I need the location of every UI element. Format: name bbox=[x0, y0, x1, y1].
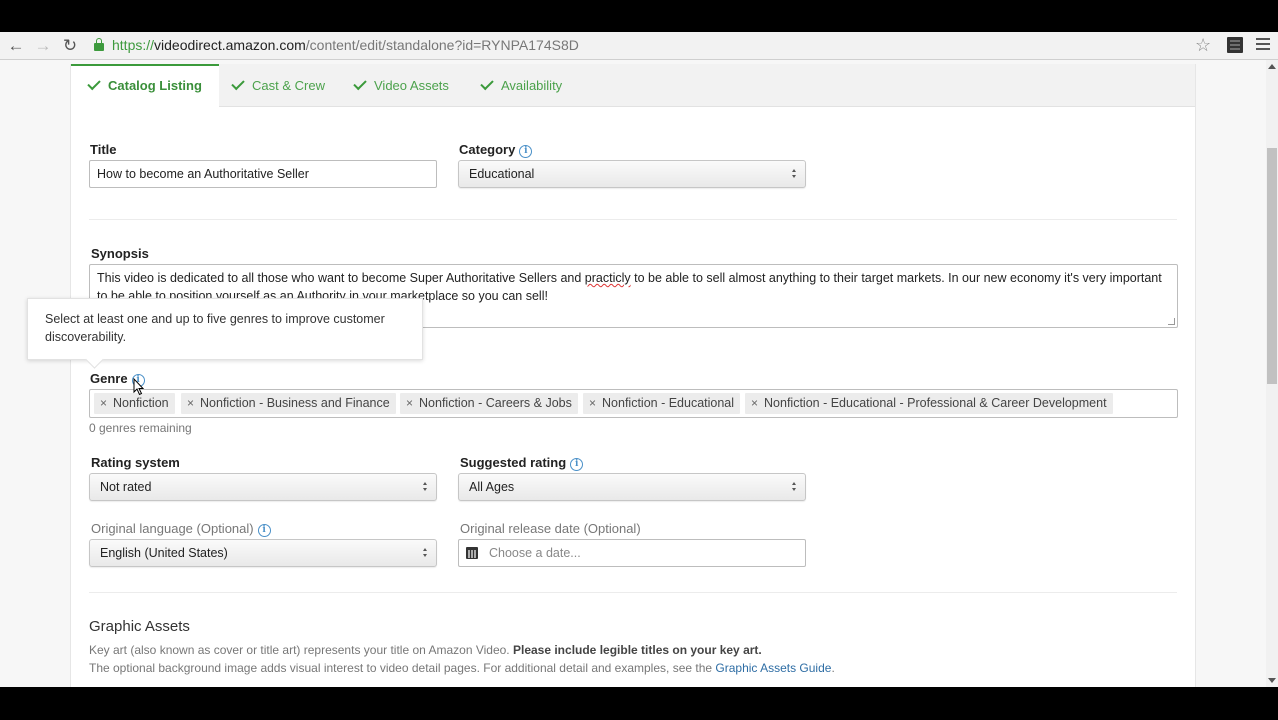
check-icon bbox=[87, 76, 101, 91]
release-date-placeholder: Choose a date... bbox=[489, 546, 581, 560]
graphic-assets-title: Graphic Assets bbox=[89, 618, 190, 635]
genre-multiselect[interactable]: × Nonfiction × Nonfiction - Business and F… bbox=[89, 389, 1178, 418]
genre-chip: × Nonfiction - Business and Finance bbox=[181, 393, 396, 414]
info-icon[interactable]: i bbox=[257, 524, 271, 537]
check-icon bbox=[353, 76, 367, 91]
url-scheme: https:// bbox=[112, 37, 155, 53]
scroll-up-arrow-icon[interactable] bbox=[1268, 64, 1276, 69]
back-arrow-icon[interactable]: ← bbox=[6, 36, 26, 56]
graphic-assets-background-text: The optional background image adds visua… bbox=[89, 661, 835, 675]
select-arrows-icon bbox=[791, 168, 797, 180]
remove-icon[interactable]: × bbox=[406, 396, 413, 410]
divider bbox=[89, 592, 1177, 593]
genre-chip: × Nonfiction - Educational bbox=[583, 393, 741, 414]
release-date-input[interactable]: Choose a date... bbox=[458, 539, 806, 567]
check-icon bbox=[231, 76, 245, 91]
vertical-scrollbar[interactable] bbox=[1266, 60, 1278, 687]
keyart-emphasis: Please include legible titles on your ke… bbox=[512, 643, 762, 657]
screen-bottom-bar bbox=[0, 687, 1278, 720]
tab-catalog-listing[interactable]: Catalog Listing bbox=[71, 64, 219, 108]
edit-form-card: Catalog Listing Cast & Crew Video Assets… bbox=[27, 64, 1196, 687]
rating-system-label: Rating system bbox=[91, 455, 180, 470]
tab-label: Catalog Listing bbox=[108, 78, 202, 93]
category-select[interactable]: Educational bbox=[458, 160, 806, 188]
remove-icon[interactable]: × bbox=[751, 396, 758, 410]
suggested-rating-label: Suggested rating i bbox=[460, 455, 584, 471]
resize-handle[interactable] bbox=[1168, 318, 1175, 325]
select-arrows-icon bbox=[422, 481, 428, 493]
title-input[interactable]: How to become an Authoritative Seller bbox=[89, 160, 437, 188]
url-host: videodirect.amazon.com bbox=[154, 37, 306, 53]
mouse-cursor-icon bbox=[133, 378, 145, 396]
step-tabs: Catalog Listing Cast & Crew Video Assets… bbox=[71, 64, 1195, 108]
genre-chip-label: Nonfiction - Educational - Professional … bbox=[764, 396, 1107, 410]
page-viewport: Catalog Listing Cast & Crew Video Assets… bbox=[0, 60, 1266, 687]
title-label: Title bbox=[90, 142, 117, 157]
language-label: Original language (Optional) i bbox=[91, 521, 271, 537]
genres-remaining: 0 genres remaining bbox=[89, 421, 192, 435]
calendar-icon[interactable] bbox=[466, 547, 478, 559]
info-icon[interactable]: i bbox=[570, 458, 584, 471]
check-icon bbox=[480, 76, 494, 91]
remove-icon[interactable]: × bbox=[100, 396, 107, 410]
select-arrows-icon bbox=[422, 547, 428, 559]
forward-arrow-icon[interactable]: → bbox=[33, 36, 53, 56]
screen-top-bar bbox=[0, 0, 1278, 32]
tab-label: Cast & Crew bbox=[252, 78, 325, 93]
url-path: /content/edit/standalone?id=RYNPA174S8D bbox=[305, 37, 579, 53]
info-icon[interactable]: i bbox=[519, 145, 533, 158]
genre-chip-label: Nonfiction - Business and Finance bbox=[200, 396, 390, 410]
genre-label-text: Genre bbox=[90, 371, 128, 386]
synopsis-text: This video is dedicated to all those who… bbox=[97, 271, 585, 285]
tooltip-arrow bbox=[85, 350, 104, 369]
bookmark-star-icon[interactable]: ☆ bbox=[1195, 35, 1211, 55]
url-text[interactable]: https://videodirect.amazon.com/content/e… bbox=[112, 35, 579, 56]
genre-chip-label: Nonfiction - Careers & Jobs bbox=[419, 396, 572, 410]
divider bbox=[89, 219, 1177, 220]
language-select[interactable]: English (United States) bbox=[89, 539, 437, 567]
genre-chip: × Nonfiction - Educational - Professional… bbox=[745, 393, 1113, 414]
rating-system-select[interactable]: Not rated bbox=[89, 473, 437, 501]
tab-availability[interactable]: Availability bbox=[480, 64, 563, 107]
tab-video-assets[interactable]: Video Assets bbox=[353, 64, 449, 107]
suggested-rating-select[interactable]: All Ages bbox=[458, 473, 806, 501]
tooltip-text: Select at least one and up to five genre… bbox=[45, 312, 385, 344]
genre-chip-label: Nonfiction - Educational bbox=[602, 396, 735, 410]
browser-toolbar: ← → ↻ https://videodirect.amazon.com/con… bbox=[0, 32, 1278, 60]
category-label: Category i bbox=[459, 142, 533, 158]
tab-label: Availability bbox=[501, 78, 563, 93]
keyart-description: Key art (also known as cover or title ar… bbox=[89, 643, 513, 657]
remove-icon[interactable]: × bbox=[187, 396, 194, 410]
hamburger-menu-icon[interactable] bbox=[1256, 38, 1270, 50]
remove-icon[interactable]: × bbox=[589, 396, 596, 410]
graphic-assets-keyart-text: Key art (also known as cover or title ar… bbox=[89, 643, 762, 657]
suggested-rating-label-text: Suggested rating bbox=[460, 455, 567, 470]
lock-icon bbox=[94, 38, 104, 51]
synopsis-label: Synopsis bbox=[91, 246, 149, 261]
reload-icon[interactable]: ↻ bbox=[60, 36, 80, 56]
language-value: English (United States) bbox=[100, 546, 228, 560]
address-bar[interactable]: https://videodirect.amazon.com/content/e… bbox=[88, 35, 1218, 56]
extension-film-icon[interactable] bbox=[1227, 37, 1243, 53]
graphic-assets-guide-link[interactable]: Graphic Assets Guide bbox=[715, 661, 831, 675]
select-arrows-icon bbox=[791, 481, 797, 493]
genre-chip-label: Nonfiction bbox=[113, 396, 169, 410]
genre-chip: × Nonfiction bbox=[94, 393, 175, 414]
category-value: Educational bbox=[469, 167, 535, 181]
release-date-label: Original release date (Optional) bbox=[460, 521, 641, 536]
tab-cast-crew[interactable]: Cast & Crew bbox=[231, 64, 325, 107]
scroll-down-arrow-icon[interactable] bbox=[1268, 678, 1276, 683]
period: . bbox=[831, 661, 835, 675]
language-label-text: Original language (Optional) bbox=[91, 521, 254, 536]
genre-chip: × Nonfiction - Careers & Jobs bbox=[400, 393, 578, 414]
rating-system-value: Not rated bbox=[100, 480, 152, 494]
tab-label: Video Assets bbox=[374, 78, 449, 93]
misspelled-word: practicly bbox=[584, 271, 631, 285]
category-label-text: Category bbox=[459, 142, 516, 157]
suggested-rating-value: All Ages bbox=[469, 480, 515, 494]
background-description: The optional background image adds visua… bbox=[89, 661, 716, 675]
scrollbar-thumb[interactable] bbox=[1267, 148, 1277, 384]
genre-tooltip: Select at least one and up to five genre… bbox=[27, 298, 423, 369]
